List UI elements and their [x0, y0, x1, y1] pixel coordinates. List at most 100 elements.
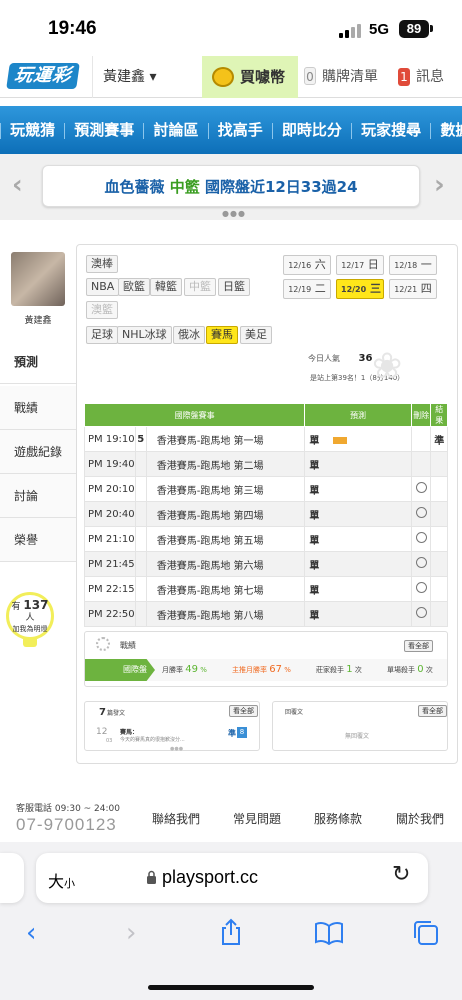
delete-cell: [410, 451, 432, 477]
page-settings-button[interactable]: 大小: [48, 868, 75, 892]
side-tab-discussion[interactable]: 討論: [0, 474, 76, 518]
date-tab-1216[interactable]: 12/16 六: [283, 255, 331, 275]
delete-radio[interactable]: [415, 482, 427, 493]
home-indicator: [148, 985, 314, 990]
game-name: 香港賽馬-跑馬地 第八場: [145, 601, 306, 627]
table-row: PM 21:45 香港賽馬-跑馬地 第六場 單: [84, 551, 448, 577]
post-label: 篇發文: [107, 710, 126, 717]
delete-cell: [410, 551, 432, 577]
pick-value: 單: [304, 501, 412, 527]
post-excerpt[interactable]: 今天的賽馬真的很抱歉沒分...: [120, 736, 185, 743]
footer-link-faq[interactable]: 常見問題: [233, 810, 281, 827]
pick-value: 單: [304, 476, 412, 502]
date-day: 四: [420, 282, 432, 295]
game-time: PM 22:50: [84, 601, 136, 627]
url-text[interactable]: playsport.cc: [162, 867, 258, 888]
delete-radio[interactable]: [415, 532, 427, 543]
stat-home-label: 主推月勝率: [232, 666, 267, 674]
post-carousel-dots: ●●●: [170, 746, 184, 752]
previous-tab-peek[interactable]: [0, 853, 24, 903]
avatar[interactable]: [11, 252, 65, 306]
delete-radio[interactable]: [415, 557, 427, 568]
date-tab-1218[interactable]: 12/18 一: [389, 255, 437, 275]
popularity: 今日人氣 36: [308, 353, 372, 364]
stats-view-all-button[interactable]: 看全部: [404, 640, 433, 652]
sport-tag-aus-baseball[interactable]: 澳棒: [86, 255, 118, 273]
sport-tag-nba[interactable]: NBA: [86, 278, 120, 296]
game-time: PM 20:10: [84, 476, 136, 502]
tabs-icon[interactable]: [412, 919, 440, 951]
chevron-left-icon[interactable]: ‹: [12, 170, 23, 200]
side-tab-game-history[interactable]: 遊戲紀錄: [0, 430, 76, 474]
nav-item-data[interactable]: 數據: [436, 106, 462, 154]
sport-tag-american-football[interactable]: 美足: [240, 326, 272, 344]
sport-tag-euro-basketball[interactable]: 歐籃: [118, 278, 150, 296]
delete-cell: [410, 526, 432, 552]
post-title[interactable]: 賽馬：: [120, 727, 138, 736]
banner-card[interactable]: 血色薔薇 中籃 國際盤近12日33過24: [42, 165, 420, 207]
bulb-count: 137: [23, 598, 49, 612]
side-tab-honor[interactable]: 榮譽: [0, 518, 76, 562]
messages-button[interactable]: 1 訊息: [398, 56, 444, 98]
profile-name: 黃建鑫: [24, 316, 52, 326]
sport-tag-russia-hockey[interactable]: 俄冰: [173, 326, 205, 344]
side-tab-predict[interactable]: 預測: [0, 340, 76, 384]
delete-radio[interactable]: [415, 507, 427, 518]
delete-radio[interactable]: [415, 582, 427, 593]
date-md: 12/16: [288, 261, 312, 270]
carousel-dots: ●●●: [222, 209, 246, 218]
table-header-row: 國際盤賽事 預測 刪除 結果: [83, 403, 448, 427]
stat-single-value: 0: [417, 664, 424, 675]
sport-tag-horse-racing[interactable]: 賽馬: [206, 326, 238, 344]
coin-icon: [212, 67, 234, 87]
stat-single-killer: 單場殺手 0 次: [387, 664, 433, 675]
replies-view-all-button[interactable]: 看全部: [418, 705, 447, 717]
date-tab-1221[interactable]: 12/21 四: [389, 279, 437, 299]
sport-tag-soccer[interactable]: 足球: [86, 326, 118, 344]
status-time: 19:46: [48, 18, 97, 39]
footer-link-contact[interactable]: 聯絡我們: [152, 810, 200, 827]
reload-icon[interactable]: ↻: [392, 862, 410, 887]
nav-separator: [0, 122, 1, 139]
lightbulb-follow-badge[interactable]: 有 137 人 加我為明燈: [6, 592, 54, 640]
popularity-value: 36: [358, 353, 373, 364]
chevron-right-icon[interactable]: ›: [434, 170, 445, 200]
date-day: 日: [367, 258, 379, 271]
share-icon[interactable]: [218, 918, 244, 950]
bulb-suffix: 加我為明燈: [12, 625, 48, 633]
game-number: [134, 451, 147, 477]
nav-item-player-search[interactable]: 玩家搜尋: [357, 106, 425, 154]
date-tab-1217[interactable]: 12/17 日: [336, 255, 384, 275]
nav-separator: [143, 122, 145, 139]
col-header-pick: 預測: [304, 403, 412, 427]
footer-link-terms[interactable]: 服務條款: [314, 810, 362, 827]
nav-item-forum[interactable]: 討論區: [150, 106, 203, 154]
table-row: PM 20:10 香港賽馬-跑馬地 第三場 單: [84, 476, 448, 502]
delete-cell: [410, 426, 432, 452]
user-menu-button[interactable]: 黃建鑫 ▾: [92, 56, 200, 98]
sport-tag-korea-basketball[interactable]: 韓籃: [150, 278, 182, 296]
hot-pick-icon: [333, 437, 348, 444]
nav-item-guess[interactable]: 玩競猜: [6, 106, 59, 154]
cart-button[interactable]: 0 購牌清單: [304, 56, 378, 98]
pick-cell: 單: [304, 426, 412, 452]
site-logo[interactable]: 玩運彩: [6, 63, 80, 89]
game-number: [134, 501, 147, 527]
side-tab-record[interactable]: 戰績: [0, 386, 76, 430]
date-tab-1219[interactable]: 12/19 二: [283, 279, 331, 299]
bookmarks-icon[interactable]: [314, 921, 344, 949]
posts-view-all-button[interactable]: 看全部: [229, 705, 258, 717]
cart-label: 購牌清單: [322, 69, 378, 85]
nav-item-experts[interactable]: 找高手: [214, 106, 267, 154]
target-icon: [96, 637, 110, 651]
sport-tag-japan-basketball[interactable]: 日籃: [218, 278, 250, 296]
sport-tag-nhl[interactable]: NHL冰球: [117, 326, 172, 344]
nav-item-predict[interactable]: 預測賽事: [70, 106, 138, 154]
date-tab-1220[interactable]: 12/20 三: [336, 279, 384, 299]
footer-link-about[interactable]: 關於我們: [396, 810, 444, 827]
nav-item-livescore[interactable]: 即時比分: [278, 106, 346, 154]
back-icon[interactable]: ‹: [26, 918, 36, 948]
service-phone[interactable]: 07-9700123: [16, 815, 117, 835]
delete-radio[interactable]: [415, 607, 427, 618]
game-time: PM 19:10: [84, 426, 136, 452]
